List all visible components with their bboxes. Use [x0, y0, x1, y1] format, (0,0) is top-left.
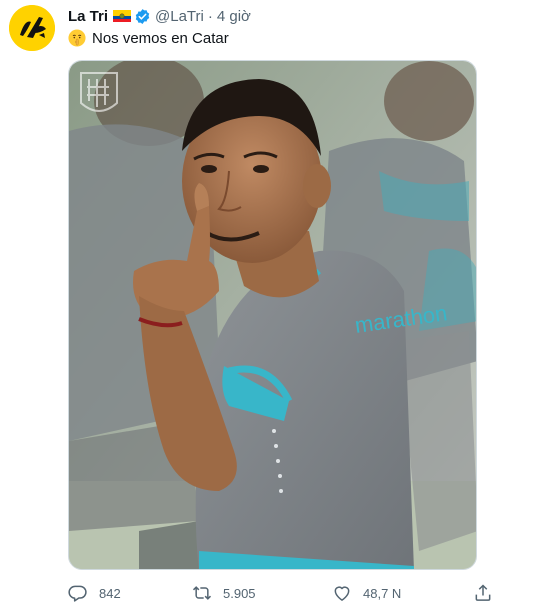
ecuador-flag-icon — [113, 10, 132, 22]
tweet-text-content: Nos vemos en Catar — [92, 29, 229, 47]
tweet-time[interactable]: 4 giờ — [217, 8, 251, 25]
tweet-actions: 842 5.905 48,7 N — [68, 580, 498, 606]
verified-badge-icon — [134, 8, 151, 25]
heart-icon — [332, 583, 352, 603]
author-name[interactable]: La Tri — [68, 8, 108, 25]
share-icon — [473, 583, 493, 603]
tweet-text: Nos vemos en Catar — [68, 27, 229, 49]
reply-icon — [68, 583, 88, 603]
reply-button[interactable]: 842 — [68, 580, 121, 606]
like-count: 48,7 N — [363, 585, 402, 601]
share-button[interactable] — [473, 580, 504, 606]
separator-dot: · — [207, 7, 213, 25]
retweet-button[interactable]: 5.905 — [192, 580, 256, 606]
retweet-count: 5.905 — [223, 585, 256, 601]
tweet-header: La Tri @LaTri · 4 giờ — [68, 6, 251, 26]
retweet-icon — [192, 583, 212, 603]
avatar[interactable] — [9, 5, 55, 51]
author-handle[interactable]: @LaTri — [155, 8, 204, 25]
shushing-face-emoji — [68, 29, 86, 47]
reply-count: 842 — [99, 585, 121, 601]
tweet: La Tri @LaTri · 4 giờ Nos vemos en Catar… — [0, 0, 547, 613]
like-button[interactable]: 48,7 N — [332, 580, 401, 606]
tweet-photo[interactable]: marathon — [68, 60, 477, 570]
la-tri-logo-icon — [9, 5, 55, 51]
